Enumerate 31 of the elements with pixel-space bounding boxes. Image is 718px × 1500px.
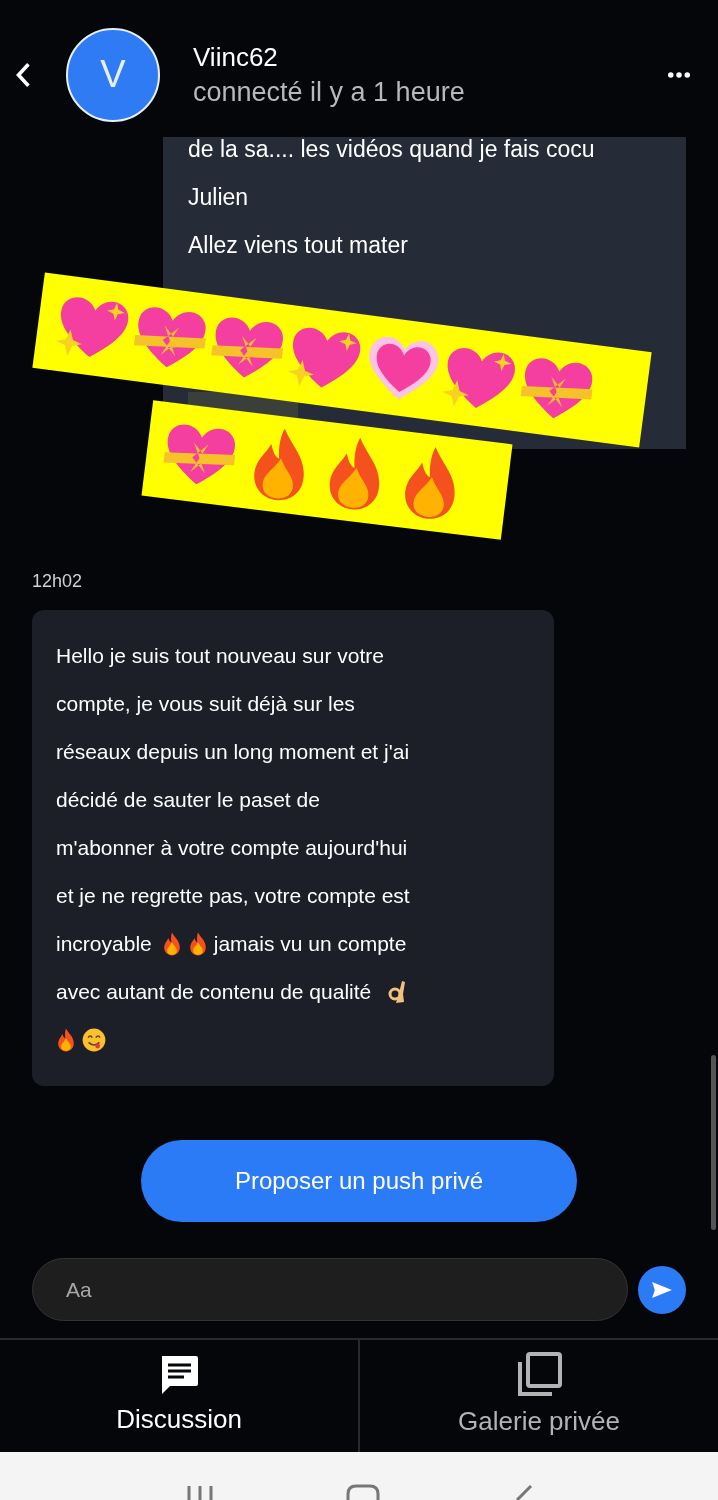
message-text: incroyable (56, 931, 152, 957)
message-text: m'abonner à votre compte aujourd'hui (56, 835, 408, 861)
timestamp: 12h02 (32, 570, 84, 593)
more-icon[interactable] (668, 72, 690, 78)
message-text: jamais vu un compte (213, 931, 407, 957)
message-text: compte, je vous suit déjà sur les (56, 691, 355, 717)
home-icon[interactable] (346, 1484, 380, 1500)
message-text: réseaux depuis un long moment et j'ai (56, 739, 410, 765)
contact-status: connecté il y a 1 heure (193, 76, 466, 109)
flame-icon (56, 1028, 76, 1052)
recent-apps-icon[interactable] (185, 1484, 216, 1500)
message-text: Julien (188, 183, 250, 212)
message-text: décidé de sauter le paset de (56, 787, 320, 813)
message-text: de la sa.... les vidéos quand je fais cocu (188, 135, 596, 164)
avatar: V (66, 28, 160, 122)
ok-hand-icon (387, 979, 408, 1005)
send-button[interactable] (638, 1265, 686, 1314)
flame-icon (187, 932, 208, 956)
message-input[interactable]: Aa (32, 1258, 628, 1322)
message-text: et je ne regrette pas, votre compte est (56, 883, 410, 909)
tab[interactable]: Discussion (0, 1340, 358, 1452)
smiley-icon (82, 1028, 106, 1052)
gallery-icon (516, 1351, 562, 1398)
back-icon[interactable] (14, 61, 32, 89)
flame-icon (161, 932, 182, 956)
contact-name: Viinc62 (193, 41, 279, 74)
message-text: Hello je suis tout nouveau sur votre (56, 643, 384, 669)
send-icon (651, 1280, 673, 1299)
push-button[interactable]: Proposer un push privé (141, 1140, 577, 1223)
message-text: Allez viens tout mater (188, 231, 409, 260)
message-text: avec autant de contenu de qualité (56, 979, 372, 1005)
